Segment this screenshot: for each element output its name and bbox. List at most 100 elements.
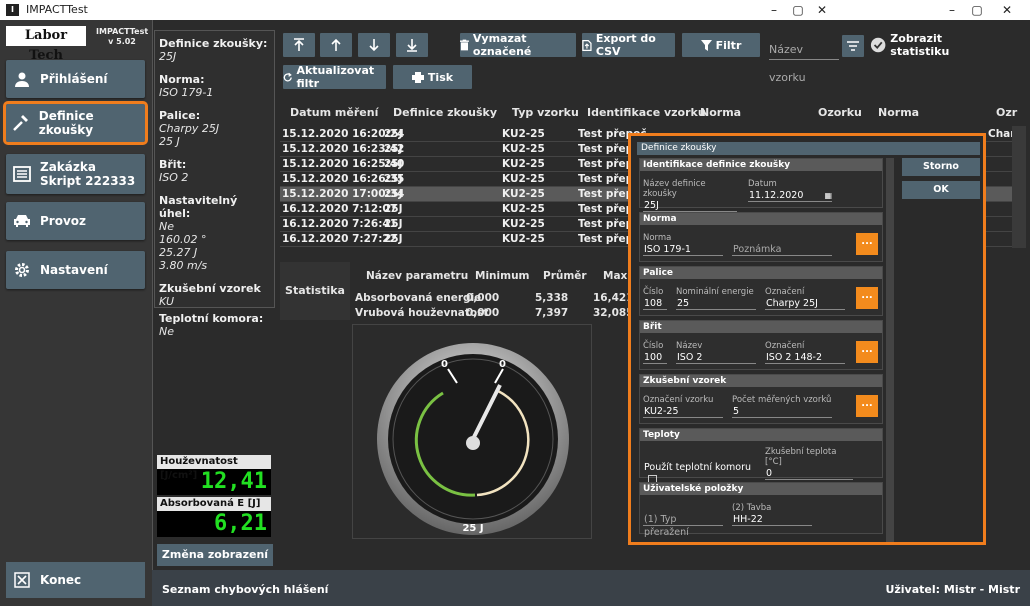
use-chamber-checkbox[interactable]: Použít teplotní komoru: [643, 461, 755, 484]
norm-browse-button[interactable]: ...: [856, 233, 878, 255]
move-up-button[interactable]: [320, 33, 352, 57]
gear-icon: [12, 260, 32, 280]
blade-browse-button[interactable]: ...: [856, 341, 878, 363]
show-stats-button[interactable]: Zobrazit statistiku: [870, 32, 994, 58]
sidebar-item-test-definition[interactable]: Definice zkoušky: [3, 101, 148, 145]
col-specimen[interactable]: Ozorku: [818, 106, 862, 119]
heat-field[interactable]: (2) Tavba HH-22: [732, 503, 812, 526]
filter-options-button[interactable]: [842, 35, 864, 57]
move-bottom-button[interactable]: [396, 33, 428, 57]
col-type[interactable]: Typ vzorku: [512, 106, 579, 119]
hammer-energy-field[interactable]: Nominální energie 25: [676, 287, 756, 310]
chamber-value: Ne: [159, 325, 174, 338]
exit-button[interactable]: Konec: [6, 562, 145, 598]
move-top-button[interactable]: [283, 33, 315, 57]
measurement-table-header: Datum měření Definice zkoušky Typ vzorku…: [280, 100, 1028, 124]
delete-selected-label: Vymazat označené: [472, 32, 532, 58]
sidebar-item-order[interactable]: Zakázka Skript 222333: [6, 154, 145, 194]
field-value: 100: [643, 351, 667, 364]
cell-def: 25J: [384, 233, 403, 245]
definition-name-field[interactable]: Název definice zkoušky 25J: [643, 179, 737, 212]
print-button[interactable]: Tisk: [393, 65, 472, 89]
break-type-field[interactable]: (1) Typ přeražení: [643, 513, 723, 538]
hammer-browse-button[interactable]: ...: [856, 287, 878, 309]
norm-field[interactable]: Norma ISO 179-1: [643, 233, 723, 256]
specimen-browse-button[interactable]: ...: [856, 395, 878, 417]
statistics-panel: Statistika Název parametru Minimum Průmě…: [280, 262, 638, 320]
sidebar-item-operation[interactable]: Provoz: [6, 202, 145, 240]
col-definition[interactable]: Definice zkoušky: [393, 106, 497, 119]
blade-mark-field[interactable]: Označení ISO 2 148-2: [765, 341, 845, 364]
col-identification[interactable]: Identifikace vzorku: [587, 106, 706, 119]
close-icon-2[interactable]: ✕: [985, 0, 1029, 20]
specimen-count-field[interactable]: Počet měřených vzorků 5: [732, 395, 832, 418]
close-icon[interactable]: ✕: [800, 0, 844, 20]
change-view-button[interactable]: Změna zobrazení: [157, 544, 273, 566]
blade-label: Břit:: [159, 158, 187, 171]
window-title: IMPACTTest: [26, 3, 88, 16]
cell-type: KU2-25: [502, 128, 545, 140]
script-label: Skript 222333: [40, 174, 136, 188]
field-value: 25J: [643, 199, 737, 212]
section-identification: Identifikace definice zkoušky Název defi…: [639, 158, 883, 212]
col-norm[interactable]: Norma: [700, 106, 741, 119]
blade-name-field[interactable]: Název ISO 2: [676, 341, 756, 364]
absorbed-meter: Absorbovaná E [J] 6,21: [157, 497, 271, 537]
hammer-mark-field[interactable]: Označení Charpy 25J: [765, 287, 845, 310]
stats-title: Statistika: [280, 262, 350, 320]
field-value: KU2-25: [643, 405, 723, 418]
specimen-value: KU: [159, 295, 175, 308]
field-value: 11.12.2020 ▦: [748, 189, 832, 202]
sample-name-input[interactable]: Název vzorku: [769, 36, 839, 84]
sidebar-item-label: Provoz: [40, 214, 87, 228]
field-value: ISO 2 148-2: [765, 351, 845, 364]
sidebar-item-login[interactable]: Přihlášení: [6, 60, 145, 98]
cancel-button[interactable]: Storno: [902, 158, 980, 176]
test-temperature-field[interactable]: Zkušební teplota [°C] 0: [765, 447, 853, 480]
app-window: I IMPACTTest – ▢ ✕ – ▢ ✕ Labor Tech IMPA…: [0, 0, 1030, 606]
sidebar-item-settings[interactable]: Nastavení: [6, 251, 145, 289]
angle-label: Nastavitelný úhel:: [159, 194, 238, 220]
cell-def: 25J: [384, 218, 403, 230]
blade-number-field[interactable]: Číslo 100: [643, 341, 667, 364]
app-version: v 5.02: [108, 37, 136, 46]
specimen-mark-field[interactable]: Označení vzorku KU2-25: [643, 395, 723, 418]
print-label: Tisk: [427, 70, 454, 84]
specimen-label: Zkušební vzorek: [159, 282, 261, 295]
chamber-label: Teplotní komora:: [159, 312, 264, 325]
hammer-label: Palice:: [159, 109, 201, 122]
cell-type: KU2-25: [502, 233, 545, 245]
dialog-scrollbar[interactable]: [886, 158, 894, 542]
section-blade: Břit Číslo 100 Název ISO 2 Označení ISO …: [639, 320, 883, 370]
move-down-button[interactable]: [358, 33, 390, 57]
ok-button[interactable]: OK: [902, 181, 980, 199]
field-label: Počet měřených vzorků: [732, 395, 832, 405]
calendar-icon[interactable]: ▦: [824, 189, 832, 202]
test-info-panel: Definice zkoušky: 25J Norma: ISO 179-1 P…: [154, 30, 275, 338]
export-csv-button[interactable]: Export do CSV: [582, 32, 675, 58]
hammer-number-field[interactable]: Číslo 108: [643, 287, 667, 310]
refresh-filter-button[interactable]: Aktualizovat filtr: [283, 64, 386, 90]
col-norm-2[interactable]: Norma: [878, 106, 919, 119]
col-date[interactable]: Datum měření: [290, 106, 378, 119]
stats-col-name: Název parametru: [366, 270, 469, 282]
col-specimen-2[interactable]: Ozr: [996, 106, 1017, 119]
section-hammer: Palice Číslo 108 Nominální energie 25 Oz…: [639, 266, 883, 316]
blade-value: ISO 2: [159, 171, 189, 184]
toughness-meter: Houževnatost [J/cm²] 12,41: [157, 455, 271, 495]
error-messages-link[interactable]: Seznam chybových hlášení: [162, 583, 328, 596]
delete-selected-button[interactable]: Vymazat označené: [460, 32, 576, 58]
date-field[interactable]: Datum 11.12.2020 ▦: [748, 179, 832, 202]
field-label: Označení: [765, 287, 805, 297]
trash-icon: [460, 39, 469, 51]
filter-button[interactable]: Filtr: [682, 33, 760, 57]
def-value: 25J: [159, 50, 177, 63]
table-scrollbar[interactable]: [1012, 126, 1026, 248]
field-label: Datum: [748, 179, 777, 189]
cell-date: 16.12.2020 7:26:41: [282, 218, 398, 230]
toughness-label: Houževnatost [J/cm²]: [157, 455, 271, 481]
export-icon: [582, 39, 592, 51]
arrow-bottom-icon: [407, 39, 417, 52]
note-field[interactable]: Poznámka: [732, 243, 832, 256]
section-temperatures: Teploty Použít teplotní komoru Zkušební …: [639, 428, 883, 484]
